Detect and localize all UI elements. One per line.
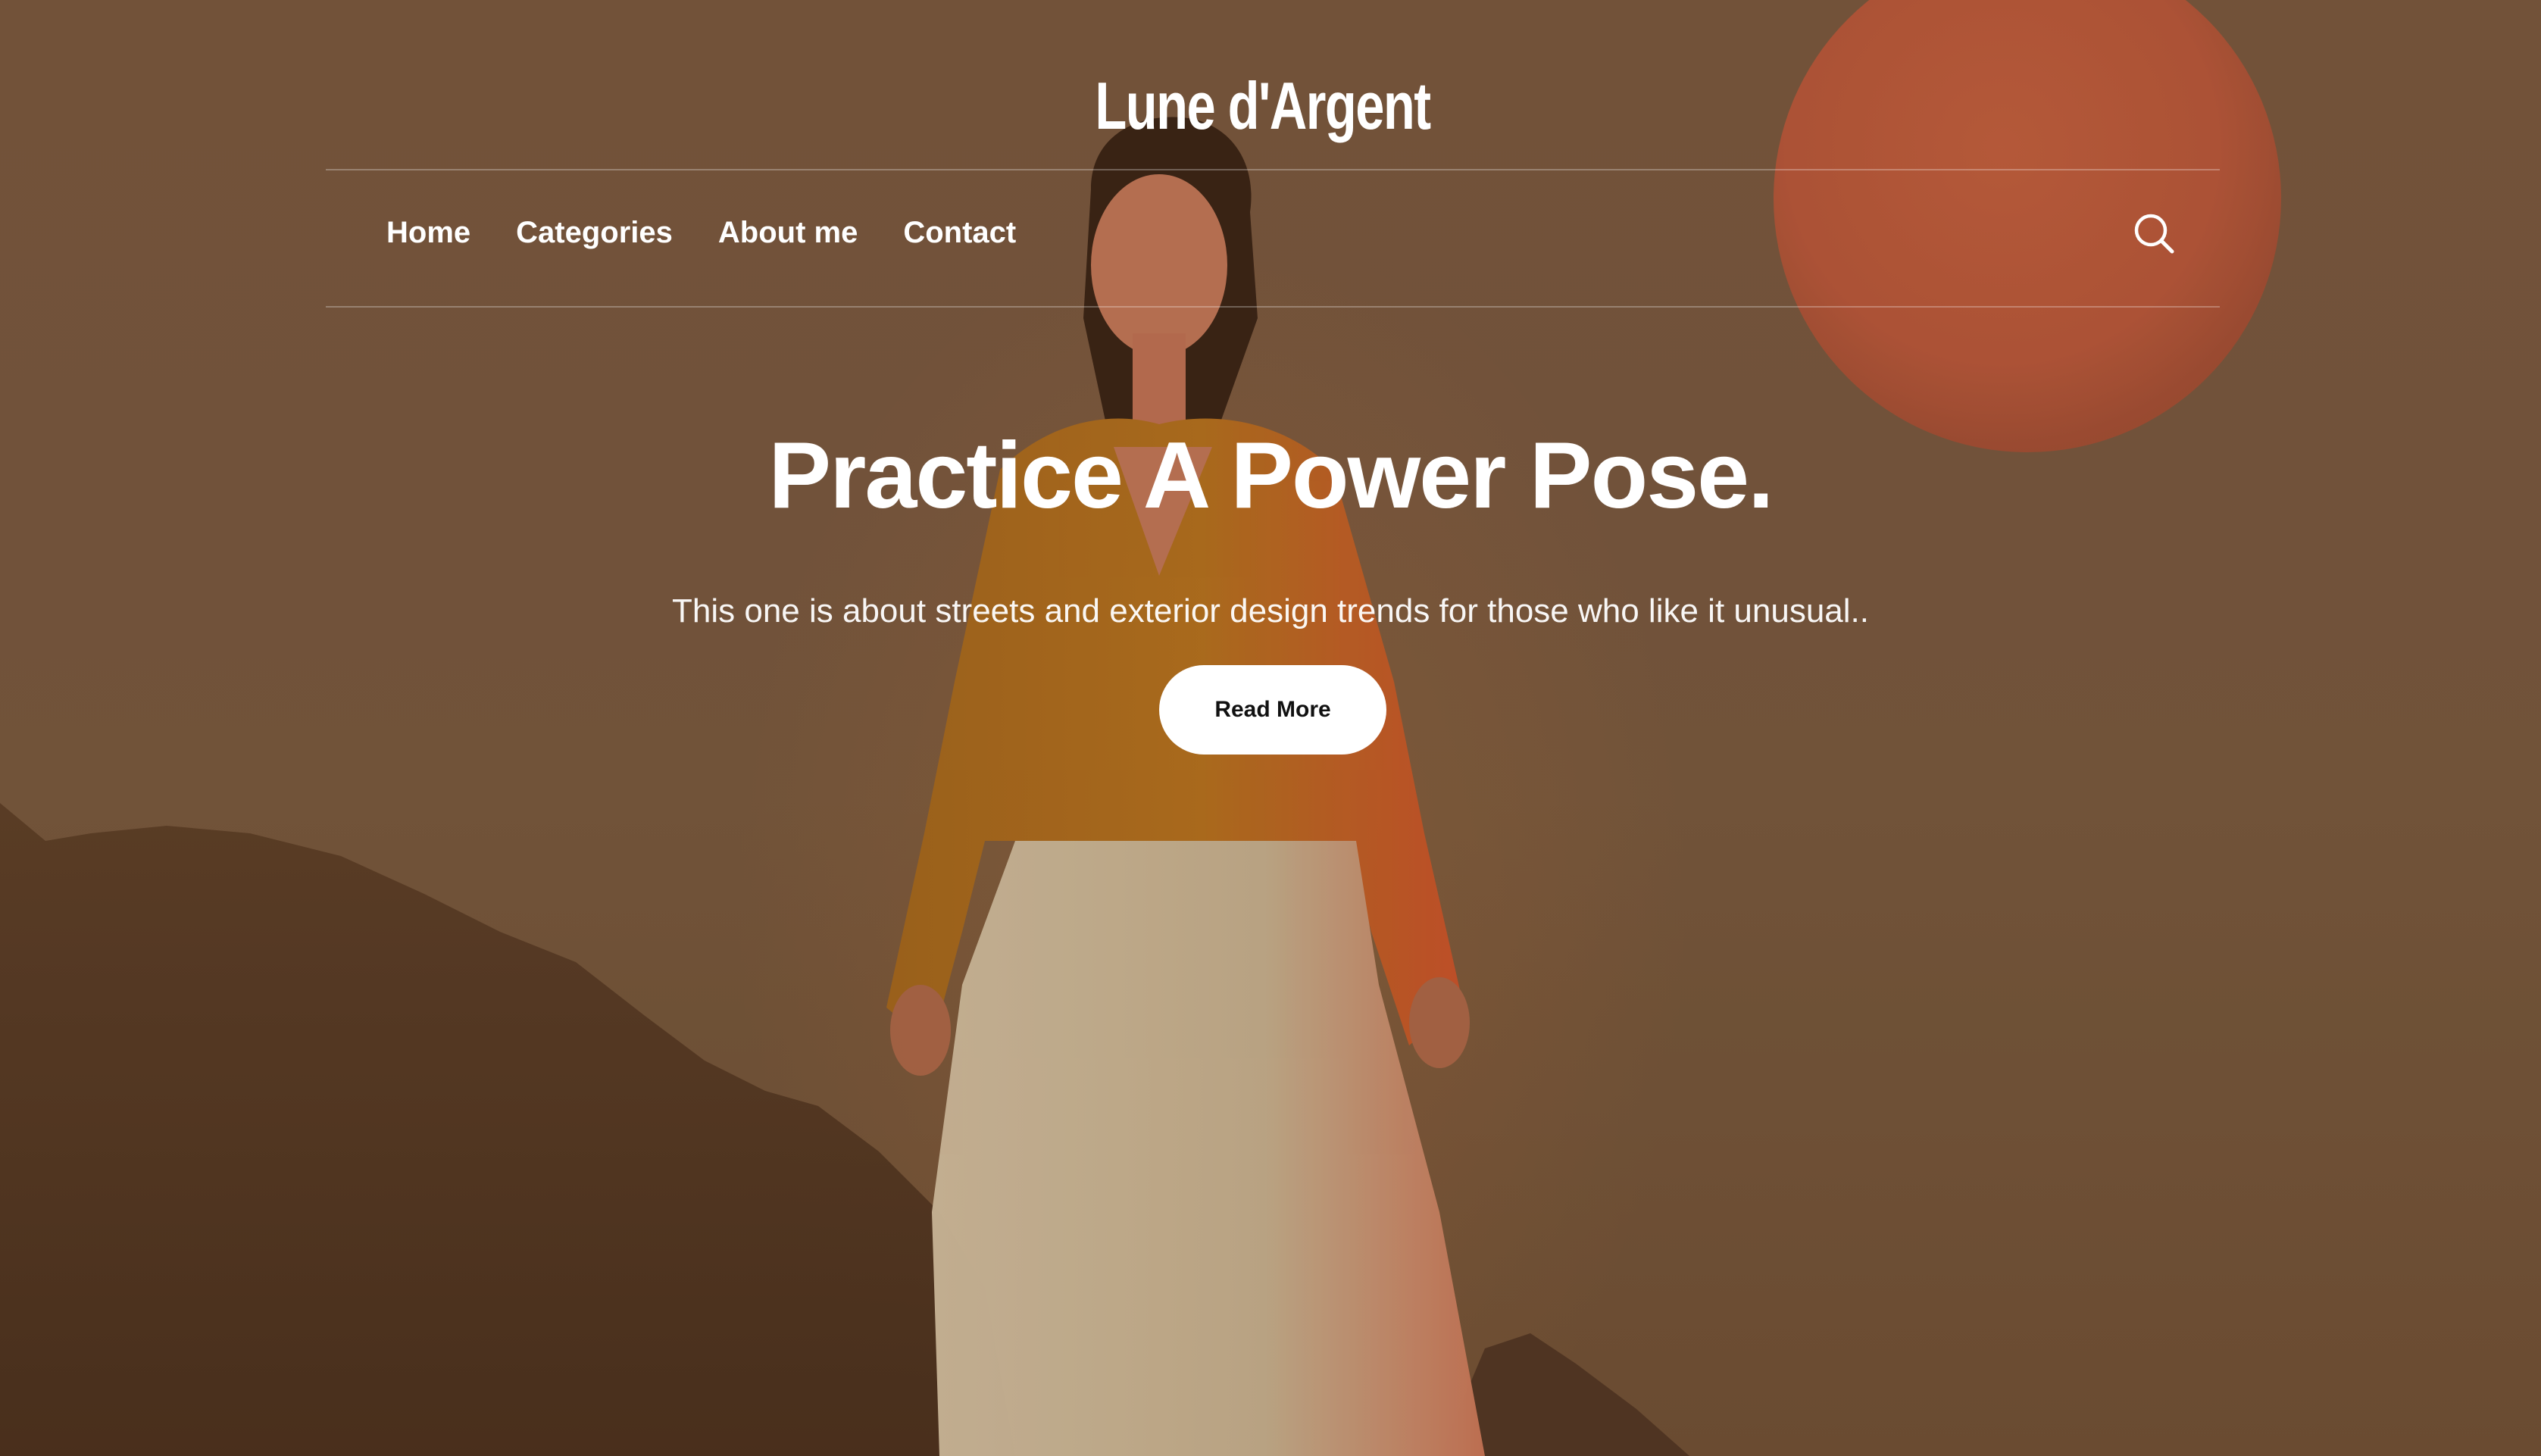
hero-headline: Practice A Power Pose. <box>768 423 1774 528</box>
hero-subheadline: This one is about streets and exterior d… <box>672 592 1869 630</box>
search-icon <box>2134 214 2174 254</box>
nav-item-categories[interactable]: Categories <box>516 216 673 250</box>
site-title[interactable]: Lune d'Argent <box>271 73 2253 139</box>
read-more-button[interactable]: Read More <box>1159 665 1386 755</box>
main-nav: Home Categories About me Contact <box>386 216 1016 250</box>
hero-section: Lune d'Argent Home Categories About me C… <box>0 0 2541 1456</box>
nav-item-contact[interactable]: Contact <box>903 216 1016 250</box>
search-button[interactable] <box>2133 212 2175 255</box>
header-divider-top <box>326 169 2220 170</box>
nav-item-home[interactable]: Home <box>386 216 470 250</box>
nav-item-about-me[interactable]: About me <box>718 216 858 250</box>
header-divider-bottom <box>326 306 2220 308</box>
